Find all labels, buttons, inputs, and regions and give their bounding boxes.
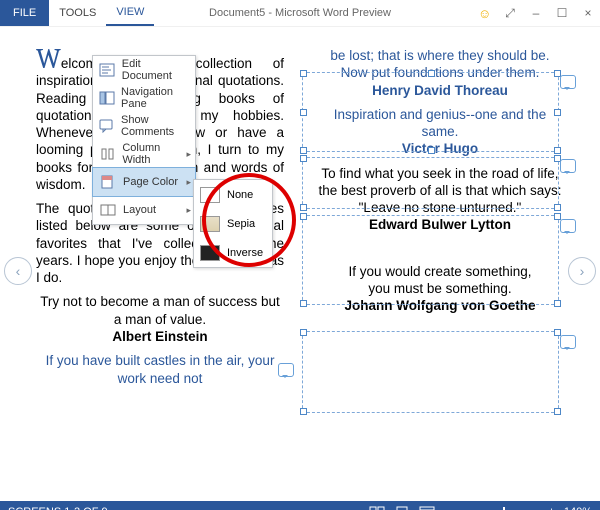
- minimize-button[interactable]: –: [530, 6, 542, 20]
- navigation-pane-icon: [99, 90, 115, 106]
- comment-icon[interactable]: [560, 75, 576, 89]
- zoom-in-button[interactable]: +: [548, 506, 554, 510]
- page-color-inverse[interactable]: Inverse: [194, 238, 272, 267]
- page-color-sepia[interactable]: Sepia: [194, 209, 272, 238]
- page-color-none[interactable]: None: [194, 180, 272, 209]
- swatch-none-icon: [200, 187, 220, 203]
- page-color-submenu: None Sepia Inverse: [193, 179, 273, 268]
- menu-navigation-pane[interactable]: Navigation Pane: [93, 84, 195, 112]
- menu-label: Edit Document: [122, 58, 189, 82]
- quote: If you have built castles in the air, yo…: [36, 352, 284, 387]
- quote-author: Victor Hugo: [402, 141, 478, 156]
- layout-icon: [99, 202, 117, 218]
- zoom-out-button[interactable]: –: [444, 506, 450, 510]
- quote: Try not to become a man of success but a…: [36, 293, 284, 345]
- quote: Inspiration and genius--one and the same…: [316, 106, 564, 158]
- comment-icon[interactable]: [560, 219, 576, 233]
- quote-text: Inspiration and genius--one and the same…: [334, 107, 546, 139]
- menu-edit-document[interactable]: Edit Document: [93, 56, 195, 84]
- maximize-button[interactable]: ☐: [556, 6, 568, 20]
- feedback-icon[interactable]: ☺: [478, 6, 490, 21]
- menu-page-color[interactable]: Page Color ▸: [92, 167, 196, 197]
- submenu-label: Inverse: [227, 247, 263, 259]
- window-controls: ☺ ⤢ – ☐ ×: [478, 0, 594, 26]
- read-mode-icon[interactable]: [369, 506, 385, 510]
- quote-line: you must be something.: [368, 281, 511, 296]
- chevron-right-icon: ▸: [186, 149, 191, 160]
- view-menu: Edit Document Navigation Pane Show Comme…: [92, 55, 196, 225]
- menu-label: Layout: [123, 204, 156, 216]
- print-layout-icon[interactable]: [394, 506, 410, 510]
- menu-label: Page Color: [123, 176, 178, 188]
- column-width-icon: [99, 146, 116, 162]
- quote-line: To find what you seek in the road of lif…: [321, 166, 558, 181]
- quote-author: Henry David Thoreau: [372, 83, 508, 98]
- full-screen-button[interactable]: ⤢: [504, 6, 516, 21]
- ribbon-tabs: FILE TOOLS VIEW: [0, 0, 154, 26]
- quote-text: Try not to become a man of success but a…: [40, 294, 280, 326]
- edit-icon: [99, 62, 116, 78]
- submenu-label: Sepia: [227, 218, 255, 230]
- quote: To find what you seek in the road of lif…: [316, 165, 564, 234]
- quote-line: the best proverb of all is that which sa…: [318, 183, 561, 198]
- comments-icon: [99, 118, 115, 134]
- quote-text: be lost; that is where they should be. N…: [330, 48, 549, 80]
- dropcap: W: [36, 43, 61, 75]
- comment-icon[interactable]: [278, 363, 294, 377]
- tab-file[interactable]: FILE: [0, 0, 49, 26]
- status-right: – + 140%: [369, 506, 592, 510]
- quote: If you would create some­thing, you must…: [316, 263, 564, 315]
- chevron-right-icon: ▸: [186, 177, 191, 188]
- chevron-right-icon: ▸: [186, 205, 191, 216]
- next-page-button[interactable]: ›: [568, 257, 596, 285]
- swatch-sepia-icon: [200, 216, 220, 232]
- title-bar: FILE TOOLS VIEW Document5 - Microsoft Wo…: [0, 0, 600, 27]
- menu-show-comments[interactable]: Show Comments: [93, 112, 195, 140]
- quote: be lost; that is where they should be. N…: [316, 47, 564, 99]
- document-area: ‹ › Welcome to my collection of inspirat…: [0, 27, 600, 501]
- menu-label: Navigation Pane: [121, 86, 189, 110]
- swatch-inverse-icon: [200, 245, 220, 261]
- web-layout-icon[interactable]: [419, 506, 435, 510]
- window-title: Document5 - Microsoft Word Preview: [209, 7, 391, 19]
- submenu-label: None: [227, 189, 253, 201]
- menu-label: Show Comments: [121, 114, 189, 138]
- tab-tools[interactable]: TOOLS: [49, 0, 106, 26]
- quote-line: If you would create some­thing,: [348, 264, 531, 279]
- quote-author: Albert Einstein: [112, 329, 207, 344]
- status-screens[interactable]: SCREENS 1-2 OF 9: [8, 506, 108, 510]
- page-color-icon: [99, 174, 117, 190]
- page-right: be lost; that is where they should be. N…: [304, 39, 576, 477]
- menu-column-width[interactable]: Column Width ▸: [93, 140, 195, 168]
- tab-view[interactable]: VIEW: [106, 0, 154, 26]
- close-button[interactable]: ×: [582, 6, 594, 20]
- comment-icon[interactable]: [560, 159, 576, 173]
- prev-page-button[interactable]: ‹: [4, 257, 32, 285]
- quote-author: Johann Wolfgang von Goethe: [345, 298, 536, 313]
- status-bar: SCREENS 1-2 OF 9 – + 140%: [0, 501, 600, 510]
- zoom-level[interactable]: 140%: [564, 506, 592, 510]
- quote-line: "Leave no stone unturned.": [359, 200, 522, 215]
- menu-layout[interactable]: Layout ▸: [93, 196, 195, 224]
- quote-author: Edward Bulwer Lytton: [369, 217, 511, 232]
- menu-label: Column Width: [122, 142, 189, 166]
- comment-icon[interactable]: [560, 335, 576, 349]
